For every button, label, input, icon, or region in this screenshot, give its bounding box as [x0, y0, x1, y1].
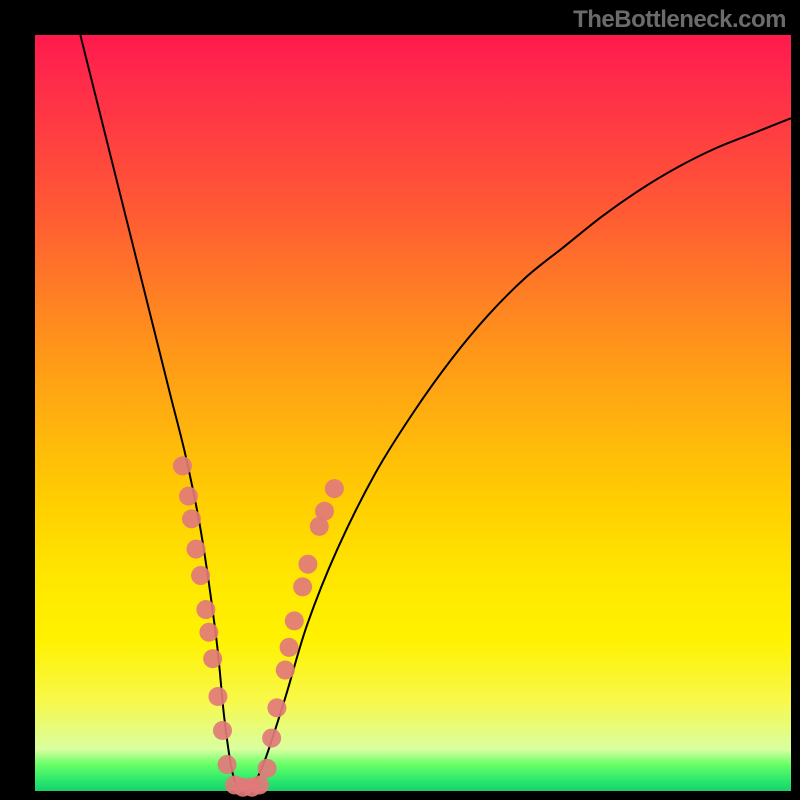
marker-dot: [191, 566, 210, 585]
marker-dot: [208, 687, 227, 706]
marker-dot: [196, 600, 215, 619]
marker-dot: [298, 555, 317, 574]
marker-dot: [262, 729, 281, 748]
marker-dot: [325, 479, 344, 498]
marker-dot: [267, 698, 286, 717]
bottleneck-curve: [80, 35, 791, 794]
marker-dot: [213, 721, 232, 740]
marker-dot: [285, 611, 304, 630]
marker-dot: [203, 649, 222, 668]
marker-dot: [182, 509, 201, 528]
marker-dot: [276, 661, 295, 680]
watermark-text: TheBottleneck.com: [573, 6, 786, 34]
marker-dots: [173, 456, 344, 796]
bottleneck-curve-path: [80, 35, 791, 794]
marker-dot: [199, 623, 218, 642]
marker-dot: [218, 755, 237, 774]
marker-dot: [250, 775, 269, 794]
marker-dot: [293, 577, 312, 596]
marker-dot: [315, 502, 334, 521]
curve-layer: [35, 35, 791, 791]
marker-dot: [187, 540, 206, 559]
marker-dot: [179, 487, 198, 506]
chart-frame: TheBottleneck.com: [0, 0, 800, 800]
marker-dot: [173, 456, 192, 475]
plot-area: [35, 35, 791, 791]
marker-dot: [258, 759, 277, 778]
marker-dot: [280, 638, 299, 657]
